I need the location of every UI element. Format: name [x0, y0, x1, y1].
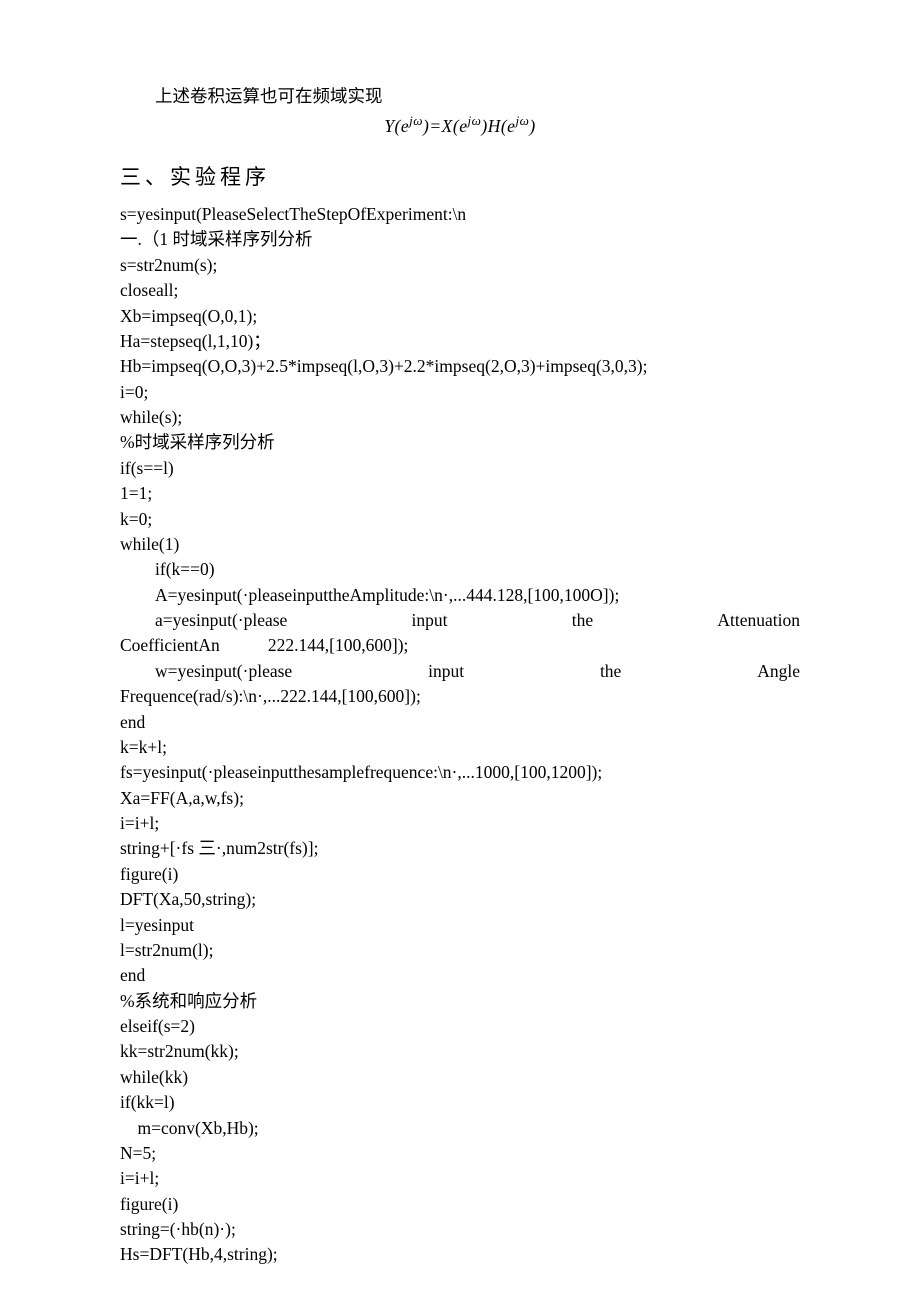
- formula-exp2: jω: [467, 113, 481, 128]
- code-line: if(k==0): [120, 557, 800, 582]
- code-line: kk=str2num(kk);: [120, 1039, 800, 1064]
- code-seg: a=yesinput(·please: [120, 608, 287, 633]
- code-line: string+[·fs 三·,num2str(fs)];: [120, 836, 800, 861]
- code-seg: the: [600, 659, 621, 684]
- code-line: if(kk=l): [120, 1090, 800, 1115]
- code-seg: the: [572, 608, 593, 633]
- formula-eq: )=X(e: [423, 116, 467, 136]
- code-line: k=k+l;: [120, 735, 800, 760]
- code-line: N=5;: [120, 1141, 800, 1166]
- formula-exp3: jω: [515, 113, 529, 128]
- code-line: i=0;: [120, 380, 800, 405]
- intro-line: 上述卷积运算也可在频域实现: [120, 84, 800, 109]
- formula-close: ): [529, 116, 535, 136]
- code-seg: input: [428, 659, 464, 684]
- code-line: i=i+l;: [120, 811, 800, 836]
- code-line: CoefficientAn 222.144,[100,600]);: [120, 633, 800, 658]
- formula-y: Y(e: [384, 116, 409, 136]
- code-line: k=0;: [120, 507, 800, 532]
- code-line: %系统和响应分析: [120, 989, 800, 1014]
- code-line: fs=yesinput(·pleaseinputthesamplefrequen…: [120, 760, 800, 785]
- code-line: figure(i): [120, 1192, 800, 1217]
- code-line: figure(i): [120, 862, 800, 887]
- code-line: %时域采样序列分析: [120, 430, 800, 455]
- code-line: Ha=stepseq(l,1,10)；: [120, 329, 800, 354]
- code-line: Hb=impseq(O,O,3)+2.5*impseq(l,O,3)+2.2*i…: [120, 354, 800, 379]
- code-line: closeall;: [120, 278, 800, 303]
- code-line: s=yesinput(PleaseSelectTheStepOfExperime…: [120, 202, 800, 227]
- code-seg: input: [412, 608, 448, 633]
- code-seg: Angle: [757, 659, 800, 684]
- code-seg: w=yesinput(·please: [120, 659, 292, 684]
- code-line: while(1): [120, 532, 800, 557]
- code-seg: Attenuation: [717, 608, 800, 633]
- code-line: i=i+l;: [120, 1166, 800, 1191]
- code-line: Frequence(rad/s):\n·,...222.144,[100,600…: [120, 684, 800, 709]
- code-line: string=(·hb(n)·);: [120, 1217, 800, 1242]
- formula-exp1: jω: [409, 113, 423, 128]
- code-line: while(s);: [120, 405, 800, 430]
- code-line: m=conv(Xb,Hb);: [120, 1116, 800, 1141]
- code-line: 1=1;: [120, 481, 800, 506]
- formula: Y(ejω)=X(ejω)H(ejω): [120, 111, 800, 139]
- code-line: 一.（1 时域采样序列分析: [120, 227, 800, 252]
- code-line: Hs=DFT(Hb,4,string);: [120, 1242, 800, 1267]
- code-line: l=str2num(l);: [120, 938, 800, 963]
- code-line: while(kk): [120, 1065, 800, 1090]
- code-line: DFT(Xa,50,string);: [120, 887, 800, 912]
- code-line: l=yesinput: [120, 913, 800, 938]
- code-line: if(s==l): [120, 456, 800, 481]
- code-line: w=yesinput(·please input the Angle: [120, 659, 800, 684]
- code-line: elseif(s=2): [120, 1014, 800, 1039]
- code-line: Xa=FF(A,a,w,fs);: [120, 786, 800, 811]
- section-title: 三、实验程序: [120, 162, 800, 192]
- code-line: end: [120, 710, 800, 735]
- formula-h: )H(e: [481, 116, 515, 136]
- code-line: A=yesinput(·pleaseinputtheAmplitude:\n·,…: [120, 583, 800, 608]
- code-line: end: [120, 963, 800, 988]
- code-line: a=yesinput(·please input the Attenuation: [120, 608, 800, 633]
- code-line: Xb=impseq(O,0,1);: [120, 304, 800, 329]
- code-block: s=yesinput(PleaseSelectTheStepOfExperime…: [120, 202, 800, 1268]
- code-line: s=str2num(s);: [120, 253, 800, 278]
